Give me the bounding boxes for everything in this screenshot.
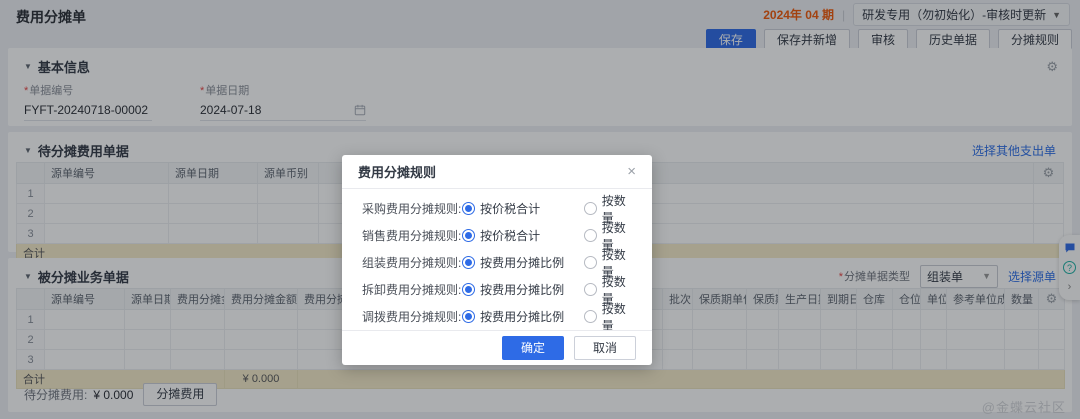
rule-label: 调拨费用分摊规则: <box>362 310 462 324</box>
dialog-footer: 确定 取消 <box>342 330 652 365</box>
radio-option[interactable]: 按价税合计 <box>462 227 584 244</box>
radio-option[interactable]: 按费用分摊比例 <box>462 308 584 325</box>
radio-unselected-icon[interactable] <box>583 310 597 323</box>
radio-option[interactable]: 按费用分摊比例 <box>462 281 584 298</box>
dialog-header: 费用分摊规则 × <box>342 155 652 189</box>
radio-unselected-icon[interactable] <box>583 283 597 296</box>
radio-unselected-icon[interactable] <box>583 229 597 242</box>
rule-label: 拆卸费用分摊规则: <box>362 283 462 297</box>
dialog-title: 费用分摊规则 <box>358 165 437 180</box>
rule-label: 销售费用分摊规则: <box>362 229 462 243</box>
radio-unselected-icon[interactable] <box>583 256 597 269</box>
close-icon[interactable]: × <box>627 164 636 179</box>
cancel-button[interactable]: 取消 <box>573 336 636 360</box>
radio-option[interactable]: 按价税合计 <box>462 200 584 217</box>
radio-selected-icon[interactable] <box>462 310 476 323</box>
radio-option[interactable]: 按费用分摊比例 <box>462 254 584 271</box>
radio-selected-icon[interactable] <box>462 256 476 269</box>
rule-row-transfer: 调拨费用分摊规则: 按费用分摊比例 按数量 <box>342 302 652 333</box>
radio-unselected-icon[interactable] <box>583 202 597 215</box>
radio-option[interactable]: 按数量 <box>583 300 632 334</box>
allocation-rules-dialog: 费用分摊规则 × 采购费用分摊规则: 按价税合计 按数量 销售费用分摊规则: 按… <box>342 155 652 365</box>
radio-selected-icon[interactable] <box>462 229 476 242</box>
dialog-body: 采购费用分摊规则: 按价税合计 按数量 销售费用分摊规则: 按价税合计 按数量 … <box>342 189 652 333</box>
ok-button[interactable]: 确定 <box>501 336 564 360</box>
radio-selected-icon[interactable] <box>462 202 476 215</box>
rule-label: 组装费用分摊规则: <box>362 256 462 270</box>
radio-selected-icon[interactable] <box>462 283 476 296</box>
rule-label: 采购费用分摊规则: <box>362 202 462 216</box>
